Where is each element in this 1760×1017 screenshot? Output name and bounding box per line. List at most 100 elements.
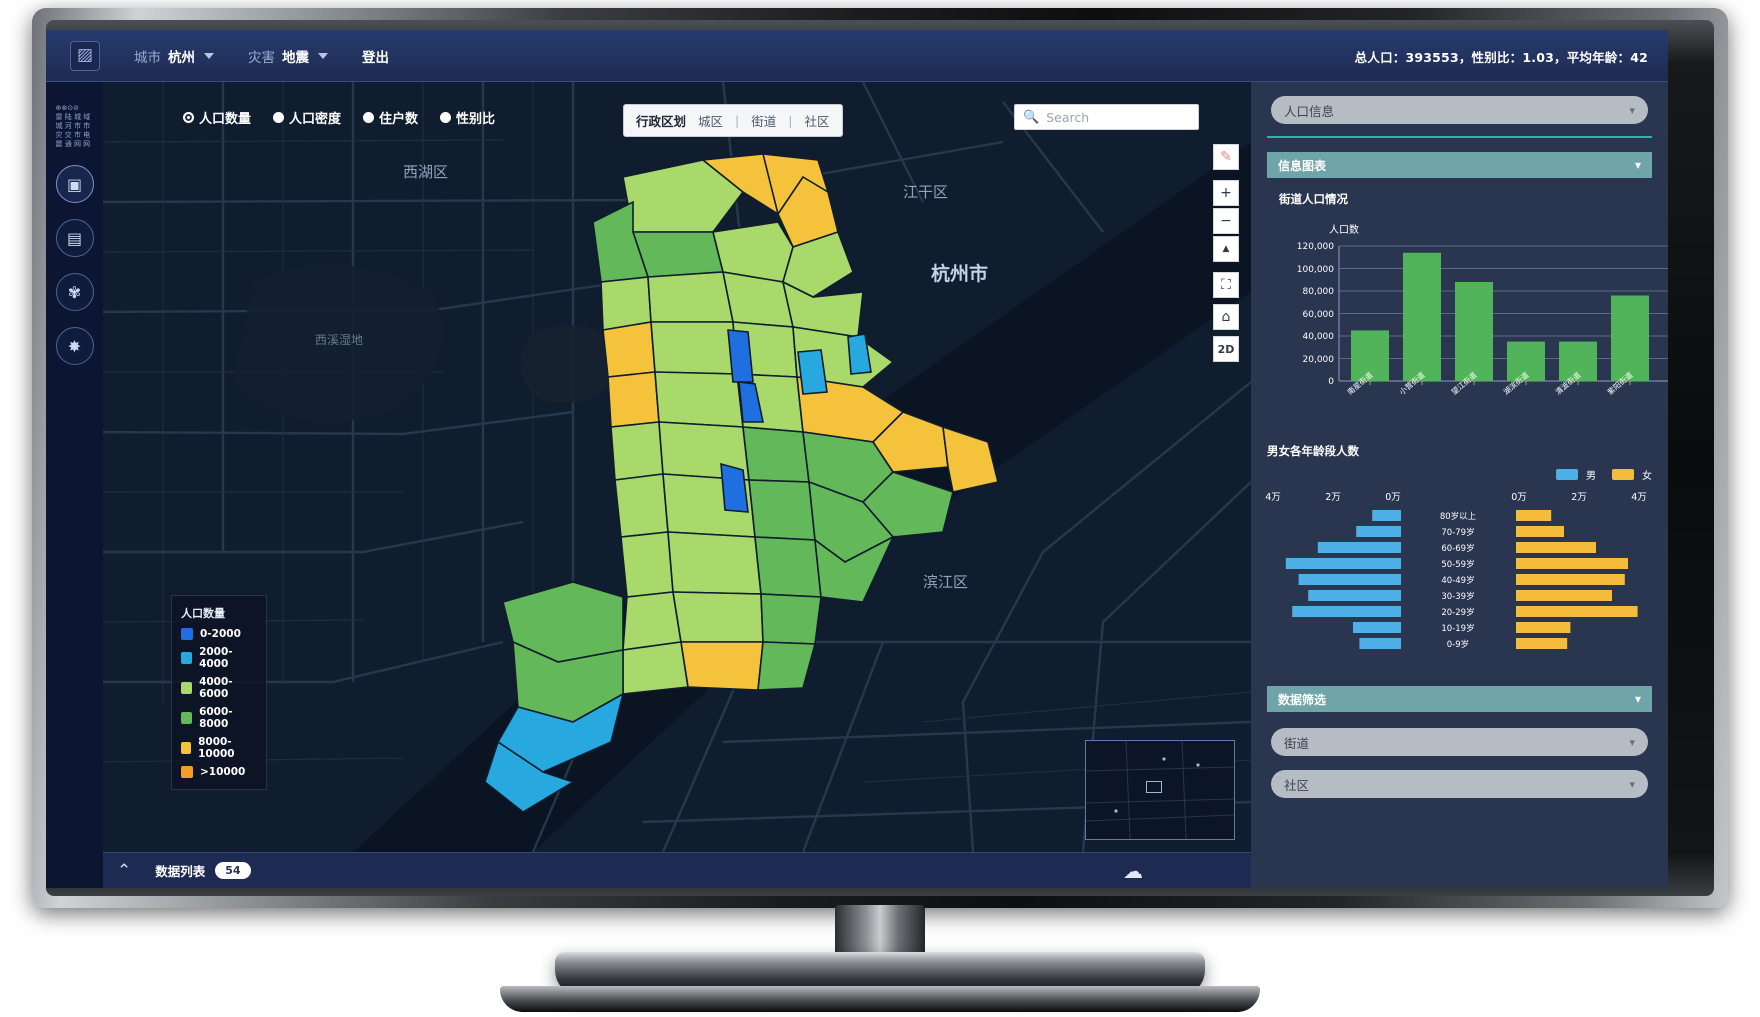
city-value: 杭州 bbox=[168, 49, 195, 66]
radio-label: 人口数量 bbox=[199, 112, 252, 127]
bar-female bbox=[1516, 590, 1612, 601]
header-stats: 总人口：393553，性别比：1.03，平均年龄：42 bbox=[1354, 50, 1648, 65]
fullscreen-glyph: ⛶ bbox=[1221, 277, 1231, 293]
metric-radio-group[interactable]: 人口数量 人口密度 住户数 性别比 bbox=[183, 108, 495, 127]
cloud-download-icon[interactable]: ☁ bbox=[1123, 859, 1143, 883]
bar-female bbox=[1516, 510, 1552, 521]
zoom-out-icon[interactable]: − bbox=[1213, 208, 1239, 234]
top-bar: ▨ 城市 杭州 灾害 地震 登出 总人口：393553，性别比：1.03，平均年… bbox=[46, 30, 1668, 82]
community-select[interactable]: 社区 ▾ bbox=[1271, 770, 1648, 798]
app-logo-icon[interactable]: ▨ bbox=[70, 40, 100, 71]
measure-tool-icon[interactable]: ✎ bbox=[1213, 144, 1239, 170]
y-tick: 60,000 bbox=[1303, 310, 1335, 320]
y-tick: 40,000 bbox=[1303, 332, 1335, 342]
zoom-in-glyph: + bbox=[1220, 185, 1232, 201]
age-label: 50-59岁 bbox=[1441, 559, 1474, 570]
settings-icon[interactable]: ✾ bbox=[55, 273, 94, 311]
layers-stack-glyph: ✸ bbox=[67, 336, 82, 356]
map-search[interactable]: 🔍 bbox=[1014, 104, 1199, 130]
chevron-down-icon: ▾ bbox=[1634, 158, 1641, 172]
age-label: 80岁以上 bbox=[1440, 511, 1477, 522]
section-header-filter[interactable]: 数据筛选 ▾ bbox=[1267, 686, 1652, 712]
disaster-selector[interactable]: 灾害 地震 bbox=[248, 46, 328, 66]
bar-female bbox=[1516, 638, 1568, 649]
age-label: 10-19岁 bbox=[1441, 623, 1474, 634]
home-icon[interactable]: ⌂ bbox=[1213, 304, 1239, 330]
app-screen: ▨ 城市 杭州 灾害 地震 登出 总人口：393553，性别比：1.03，平均年… bbox=[46, 30, 1668, 888]
compass-icon[interactable]: ▲ bbox=[1213, 236, 1239, 262]
map-layers-icon[interactable]: ▣ bbox=[55, 165, 94, 203]
measure-glyph: ✎ bbox=[1220, 149, 1232, 165]
radio-label: 性别比 bbox=[456, 112, 496, 127]
compass-glyph: ▲ bbox=[1222, 244, 1230, 254]
data-table-icon[interactable]: ▤ bbox=[55, 219, 94, 257]
bar-male bbox=[1359, 638, 1401, 649]
legend-swatch bbox=[181, 628, 193, 640]
layers-stack-icon[interactable]: ✸ bbox=[55, 327, 94, 365]
radio-dot-icon bbox=[363, 112, 375, 123]
view-mode-button[interactable]: 2D bbox=[1213, 336, 1239, 362]
zoom-in-icon[interactable]: + bbox=[1213, 180, 1239, 206]
logout-button[interactable]: 登出 bbox=[362, 46, 389, 66]
street-select-label: 街道 bbox=[1284, 735, 1310, 751]
legend-swatch-female bbox=[1612, 469, 1634, 480]
street-select[interactable]: 街道 ▾ bbox=[1271, 728, 1648, 756]
division-option-street[interactable]: 街道 bbox=[751, 111, 776, 130]
map-graphics bbox=[103, 82, 1251, 852]
zoom-out-glyph: − bbox=[1220, 213, 1232, 229]
map-tool-stack[interactable]: ✎ + − ▲ ⛶ ⌂ 2D bbox=[1213, 144, 1239, 372]
y-tick: 80,000 bbox=[1303, 287, 1335, 297]
zoom-group: + − ▲ bbox=[1213, 180, 1239, 262]
radio-dot-icon bbox=[440, 112, 452, 123]
bar-female bbox=[1516, 574, 1625, 585]
radio-household-count[interactable]: 住户数 bbox=[363, 108, 418, 127]
y-tick: 120,000 bbox=[1297, 242, 1334, 252]
population-info-select[interactable]: 人口信息 ▾ bbox=[1271, 96, 1648, 124]
division-option-district[interactable]: 城区 bbox=[698, 111, 723, 130]
map-canvas[interactable]: 西湖区 江干区 杭州市 滨江区 西溪湿地 人口数量 人口密度 住户数 性别比 行… bbox=[103, 82, 1251, 852]
bar-male bbox=[1317, 542, 1401, 553]
disaster-value: 地震 bbox=[282, 49, 309, 66]
administrative-division-switch[interactable]: 行政区划 城区 | 街道 | 社区 bbox=[623, 104, 843, 137]
legend-label: 4000-6000 bbox=[199, 676, 233, 700]
radio-dot-icon bbox=[183, 112, 194, 123]
x-tick-left: 0万 bbox=[1385, 492, 1401, 503]
chevron-down-icon bbox=[318, 52, 328, 59]
fullscreen-icon[interactable]: ⛶ bbox=[1213, 272, 1239, 298]
division-option-community[interactable]: 社区 bbox=[804, 111, 829, 130]
legend-swatch bbox=[181, 652, 193, 664]
minimap[interactable] bbox=[1085, 740, 1235, 840]
data-table-glyph: ▤ bbox=[66, 228, 83, 248]
search-input[interactable] bbox=[1046, 109, 1190, 125]
legend-label: 0-2000 bbox=[200, 628, 241, 640]
legend-label: 2000-4000 bbox=[199, 646, 233, 670]
filter-controls: 街道 ▾ 社区 ▾ bbox=[1251, 712, 1668, 798]
bar-chart-title: 街道人口情况 bbox=[1279, 192, 1348, 206]
rail-legend-line: 城 河 市 市 bbox=[55, 122, 91, 130]
settings-glyph: ✾ bbox=[67, 282, 82, 302]
right-panel: 人口信息 ▾ 信息图表 ▾ 街道人口情况 人口数 120,000 100,000… bbox=[1251, 82, 1668, 888]
divider: | bbox=[735, 113, 740, 128]
age-label: 0-9岁 bbox=[1447, 639, 1469, 650]
legend-swatch bbox=[181, 742, 192, 754]
section-header-charts[interactable]: 信息图表 ▾ bbox=[1267, 152, 1652, 178]
radio-population-count[interactable]: 人口数量 bbox=[183, 108, 251, 127]
radio-population-density[interactable]: 人口密度 bbox=[273, 108, 341, 127]
data-list-label[interactable]: 数据列表 bbox=[155, 861, 205, 880]
pyramid-svg: 4万 2万 0万 0万 2万 4万 80岁以上 70-79岁 60-69岁 50… bbox=[1265, 492, 1647, 650]
radio-sex-ratio[interactable]: 性别比 bbox=[440, 108, 495, 127]
city-selector[interactable]: 城市 杭州 bbox=[134, 46, 214, 66]
legend-swatch-male bbox=[1556, 469, 1578, 480]
disaster-label: 灾害 bbox=[248, 49, 275, 66]
community-select-label: 社区 bbox=[1284, 777, 1310, 793]
city-label: 城市 bbox=[134, 49, 161, 66]
rail-legend-line: 灾 交 市 电 bbox=[55, 131, 91, 139]
chevron-up-icon[interactable]: ⌃ bbox=[117, 861, 131, 881]
division-title: 行政区划 bbox=[636, 114, 687, 129]
male-series bbox=[1285, 510, 1401, 649]
legend-label: 8000-10000 bbox=[198, 736, 235, 760]
minimap-viewport-box[interactable] bbox=[1146, 781, 1162, 793]
rail-legend-text: ⊕⊗⊙⊘ 雷 陆 城 域 城 河 市 市 灾 交 市 电 震 通 网 网 bbox=[52, 104, 98, 149]
chevron-down-icon: ▾ bbox=[1629, 777, 1635, 791]
y-tick: 20,000 bbox=[1303, 355, 1335, 365]
